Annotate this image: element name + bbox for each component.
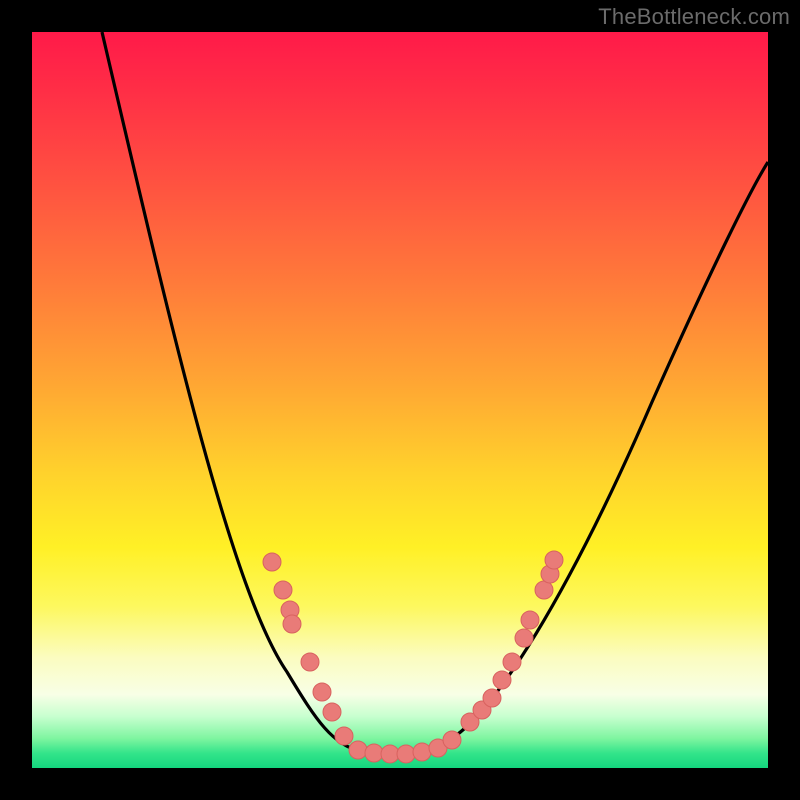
curve-svg — [32, 32, 768, 768]
bottleneck-curve — [102, 32, 768, 754]
data-dot — [503, 653, 521, 671]
data-dot — [443, 731, 461, 749]
data-dot — [349, 741, 367, 759]
data-dot — [413, 743, 431, 761]
data-dot — [493, 671, 511, 689]
data-dot — [301, 653, 319, 671]
data-dot — [381, 745, 399, 763]
plot-area — [32, 32, 768, 768]
data-dot — [545, 551, 563, 569]
data-dots — [263, 551, 563, 763]
watermark-text: TheBottleneck.com — [598, 4, 790, 30]
data-dot — [483, 689, 501, 707]
data-dot — [283, 615, 301, 633]
data-dot — [365, 744, 383, 762]
data-dot — [335, 727, 353, 745]
data-dot — [263, 553, 281, 571]
chart-frame: TheBottleneck.com — [0, 0, 800, 800]
data-dot — [313, 683, 331, 701]
data-dot — [515, 629, 533, 647]
data-dot — [397, 745, 415, 763]
data-dot — [323, 703, 341, 721]
data-dot — [274, 581, 292, 599]
data-dot — [535, 581, 553, 599]
data-dot — [521, 611, 539, 629]
